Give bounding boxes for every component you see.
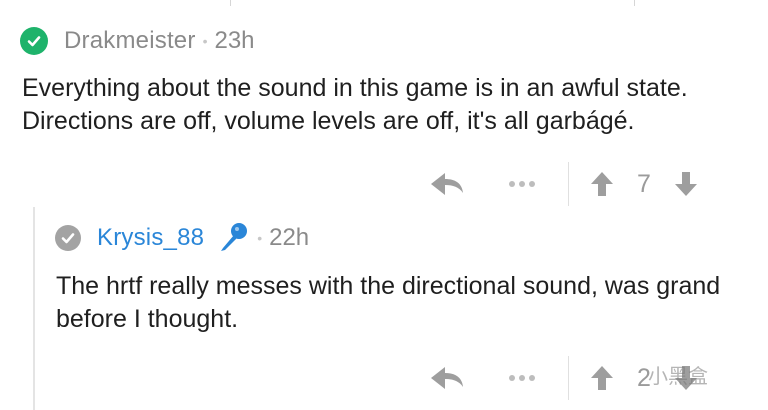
reply-arrow-icon[interactable]: [428, 363, 466, 393]
more-options-icon[interactable]: [492, 375, 552, 381]
previous-comment-tail: [0, 0, 768, 6]
action-divider: [568, 162, 569, 206]
action-divider: [568, 356, 569, 400]
divider-tick: [230, 0, 231, 6]
watermark: 小黑盒: [648, 366, 708, 388]
more-options-icon[interactable]: [492, 181, 552, 187]
comment-timestamp: 22h: [269, 224, 310, 251]
meta-separator: •: [202, 33, 208, 49]
verified-check-icon: [55, 225, 81, 251]
reply-thread-line[interactable]: [33, 207, 35, 410]
microphone-badge-icon: [216, 221, 250, 255]
comment-actions: 7: [428, 162, 705, 206]
comment-body: Everything about the sound in this game …: [22, 74, 688, 135]
reply-arrow-icon[interactable]: [428, 169, 466, 199]
upvote-arrow-icon[interactable]: [583, 169, 621, 199]
vote-score: 7: [637, 169, 651, 198]
comment-author[interactable]: Krysis_88: [97, 224, 204, 252]
comment-body: The hrtf really messes with the directio…: [56, 272, 721, 333]
comment-meta: Drakmeister • 23h: [20, 22, 255, 60]
divider-tick: [634, 0, 635, 6]
verified-check-icon: [20, 27, 48, 55]
upvote-arrow-icon[interactable]: [583, 363, 621, 393]
meta-separator: •: [257, 230, 263, 246]
comment-author[interactable]: Drakmeister: [64, 27, 196, 55]
downvote-arrow-icon[interactable]: [667, 169, 705, 199]
comment-meta: Krysis_88 • 22h: [55, 218, 309, 258]
comment-timestamp: 23h: [214, 27, 255, 54]
